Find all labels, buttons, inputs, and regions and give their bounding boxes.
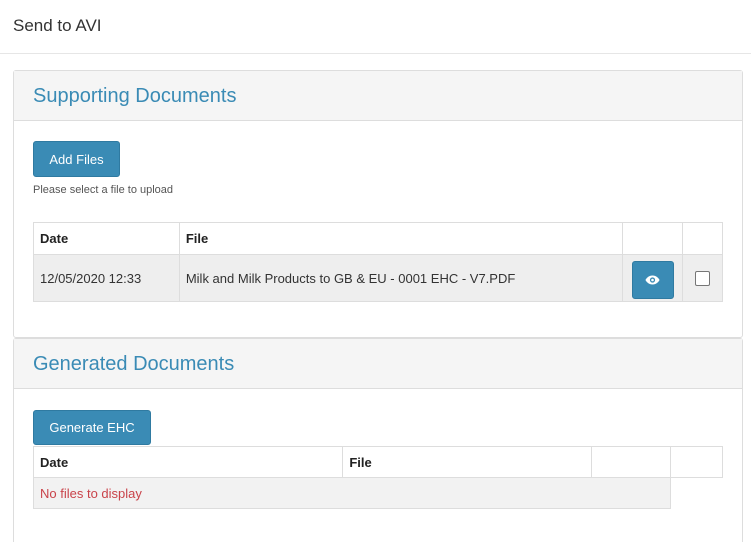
eye-icon — [645, 275, 660, 284]
supporting-documents-table: Date File 12/05/2020 12:33 Milk and Milk… — [33, 222, 723, 302]
table-row: 12/05/2020 12:33 Milk and Milk Products … — [33, 254, 723, 302]
column-header-file: File — [178, 222, 624, 255]
column-header-action — [622, 222, 683, 255]
column-header-select — [669, 446, 724, 478]
upload-hint: Please select a file to upload — [33, 184, 174, 196]
column-header-file: File — [342, 446, 593, 478]
row-select-cell — [682, 254, 723, 302]
generated-documents-table: Date File No files to display — [32, 446, 724, 509]
page-title-bar: Send to AVI — [0, 0, 751, 54]
view-file-button[interactable] — [631, 260, 674, 299]
supporting-documents-panel: Supporting Documents Add Files Please se… — [13, 70, 743, 338]
row-date: 12/05/2020 12:33 — [33, 254, 180, 302]
column-header-select — [682, 222, 723, 255]
supporting-documents-heading: Supporting Documents — [14, 71, 742, 121]
row-action-cell — [622, 254, 683, 302]
column-header-action — [591, 446, 671, 478]
page: Send to AVI Supporting Documents Add Fil… — [0, 0, 751, 542]
column-header-date: Date — [33, 222, 180, 255]
generated-documents-panel: Generated Documents Generate EHC Date Fi… — [13, 338, 743, 542]
column-header-date: Date — [32, 446, 344, 478]
row-select-checkbox[interactable] — [695, 270, 710, 286]
table-header-row: Date File — [33, 222, 723, 255]
add-files-button[interactable]: Add Files — [33, 141, 120, 177]
row-file: Milk and Milk Products to GB & EU - 0001… — [178, 254, 624, 302]
generated-documents-heading: Generated Documents — [14, 339, 742, 389]
empty-row: No files to display — [33, 477, 723, 509]
empty-spacer — [670, 477, 723, 509]
table-header-row: Date File — [32, 446, 724, 478]
generate-ehc-button[interactable]: Generate EHC — [33, 410, 151, 445]
page-title: Send to AVI — [13, 16, 102, 35]
empty-message: No files to display — [33, 477, 671, 509]
